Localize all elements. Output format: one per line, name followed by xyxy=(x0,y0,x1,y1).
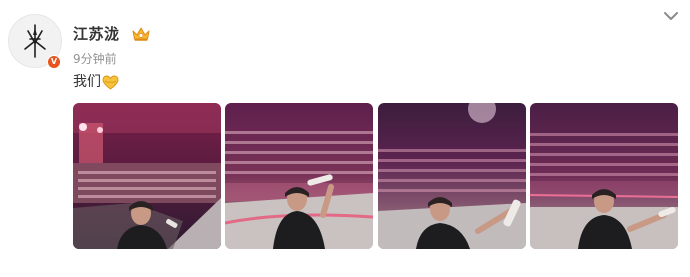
concert-selfie-4 xyxy=(530,103,678,249)
photo-3[interactable] xyxy=(378,103,526,249)
concert-selfie-2 xyxy=(225,103,373,249)
concert-selfie-1 xyxy=(73,103,221,249)
verified-badge: V xyxy=(47,55,61,69)
username[interactable]: 江苏泷 xyxy=(73,23,120,44)
photo-1[interactable] xyxy=(73,103,221,249)
post-timestamp[interactable]: 9分钟前 xyxy=(73,50,117,67)
chevron-down-icon[interactable] xyxy=(663,10,679,22)
post-text: 我们 xyxy=(73,74,101,90)
photo-2[interactable] xyxy=(225,103,373,249)
yellow-heart-hands-emoji xyxy=(102,74,119,90)
photo-4[interactable] xyxy=(530,103,678,249)
post-content: 我们 xyxy=(73,73,119,91)
crown-vip-icon[interactable] xyxy=(131,26,151,42)
weibo-post: V 江苏泷 9分钟前 我们 xyxy=(0,0,690,277)
concert-selfie-3 xyxy=(378,103,526,249)
